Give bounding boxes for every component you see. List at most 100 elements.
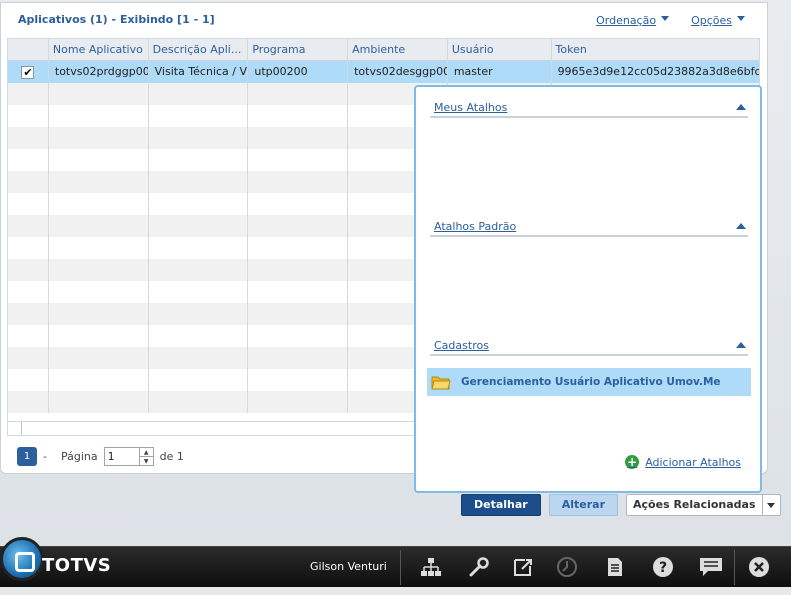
empty-cell [248,149,349,171]
edit-button[interactable]: Alterar [548,494,619,516]
action-buttons: Detalhar Alterar Ações Relacionadas [461,494,781,516]
empty-cell [248,259,349,281]
related-actions-dropdown[interactable]: Ações Relacionadas [626,494,781,516]
options-label: Opções [691,14,732,27]
clock-icon[interactable] [555,555,579,579]
sort-menu[interactable]: Ordenação [596,14,670,27]
empty-cell [49,259,149,281]
user-name: Gilson Venturi [310,560,387,573]
add-shortcuts-label: Adicionar Atalhos [645,455,741,469]
empty-cell [248,83,349,105]
empty-cell [8,105,49,127]
empty-cell [149,369,249,391]
panel-title: Aplicativos (1) - Exibindo [1 - 1] [18,13,215,26]
empty-cell [149,325,249,347]
empty-cell [8,391,49,413]
empty-cell [248,391,349,413]
empty-cell [49,369,149,391]
empty-cell [8,193,49,215]
section-title-default-shortcuts[interactable]: Atalhos Padrão [434,220,516,233]
current-page-button[interactable]: 1 [17,447,37,466]
spin-down-icon[interactable]: ▼ [140,457,153,465]
add-shortcuts-link[interactable]: + Adicionar Atalhos [625,455,741,469]
empty-cell [248,303,349,325]
external-window-icon[interactable] [511,555,535,579]
empty-cell [49,127,149,149]
taskbar-divider [734,550,735,585]
column-header-environment[interactable]: Ambiente [348,39,448,60]
empty-cell [149,105,249,127]
column-header-description[interactable]: Descrição Apli... [149,39,249,60]
empty-cell [149,149,249,171]
empty-cell [49,281,149,303]
collapse-icon[interactable] [736,342,746,348]
empty-cell [8,281,49,303]
taskbar: TOTVS Gilson Venturi ? [0,537,791,587]
section-title-registrations[interactable]: Cadastros [434,339,489,352]
column-header-name[interactable]: Nome Aplicativo [49,39,149,60]
empty-cell [8,215,49,237]
spin-up-icon[interactable]: ▲ [139,448,153,457]
column-header-token[interactable]: Token [552,39,759,60]
empty-cell [8,149,49,171]
section-title-my-shortcuts[interactable]: Meus Atalhos [434,101,507,114]
empty-cell [49,237,149,259]
column-header-program[interactable]: Programa [248,39,349,60]
detail-button[interactable]: Detalhar [461,494,541,516]
cell-program: utp00200 [248,61,349,83]
empty-cell [49,303,149,325]
cell-name: totvs02prdggp00 [49,61,149,83]
select-column-header[interactable] [8,39,49,60]
help-icon[interactable]: ? [651,555,675,579]
page-total: de 1 [159,450,184,463]
related-actions-label: Ações Relacionadas [633,498,756,511]
empty-cell [248,237,349,259]
empty-cell [149,391,249,413]
row-checkbox[interactable]: ✔ [21,65,35,79]
empty-cell [149,281,249,303]
dropdown-arrow[interactable] [761,495,780,515]
empty-cell [49,325,149,347]
page-number-input[interactable]: 1 ▲ ▼ [103,447,154,466]
cell-description: Visita Técnica / V [149,61,249,83]
empty-cell [248,193,349,215]
empty-cell [149,171,249,193]
chat-icon[interactable] [699,555,723,579]
empty-cell [149,347,249,369]
collapse-icon[interactable] [736,104,746,110]
empty-cell [248,171,349,193]
document-icon[interactable] [603,555,627,579]
empty-cell [149,83,249,105]
pager: 1 - Página 1 ▲ ▼ de 1 [17,447,184,466]
sitemap-icon[interactable] [419,555,443,579]
empty-cell [49,391,149,413]
grid-header: Nome Aplicativo Descrição Apli... Progra… [8,39,759,61]
row-select-cell[interactable]: ✔ [8,61,49,83]
empty-cell [149,237,249,259]
page-label: Página [60,450,98,463]
taskbar-divider [400,550,401,585]
pager-separator: - [43,450,47,463]
empty-cell [248,369,349,391]
empty-cell [8,259,49,281]
table-row[interactable]: ✔ totvs02prdggp00 Visita Técnica / V utp… [8,61,759,83]
shortcut-item[interactable]: Gerenciamento Usuário Aplicativo Umov.Me [427,368,751,396]
empty-cell [8,369,49,391]
empty-cell [8,127,49,149]
options-menu[interactable]: Opções [691,14,745,27]
empty-cell [149,215,249,237]
wrench-icon[interactable] [467,555,491,579]
empty-cell [49,347,149,369]
scrollbar-knob[interactable] [8,422,22,435]
empty-cell [8,347,49,369]
column-header-user[interactable]: Usuário [448,39,552,60]
empty-cell [149,303,249,325]
page-spinner[interactable]: ▲ ▼ [138,448,153,465]
svg-text:?: ? [659,560,667,576]
close-icon[interactable] [747,555,771,579]
collapse-icon[interactable] [736,223,746,229]
empty-cell [8,83,49,105]
folder-icon [431,376,451,390]
totvs-logo-icon[interactable] [0,537,44,581]
empty-cell [248,215,349,237]
